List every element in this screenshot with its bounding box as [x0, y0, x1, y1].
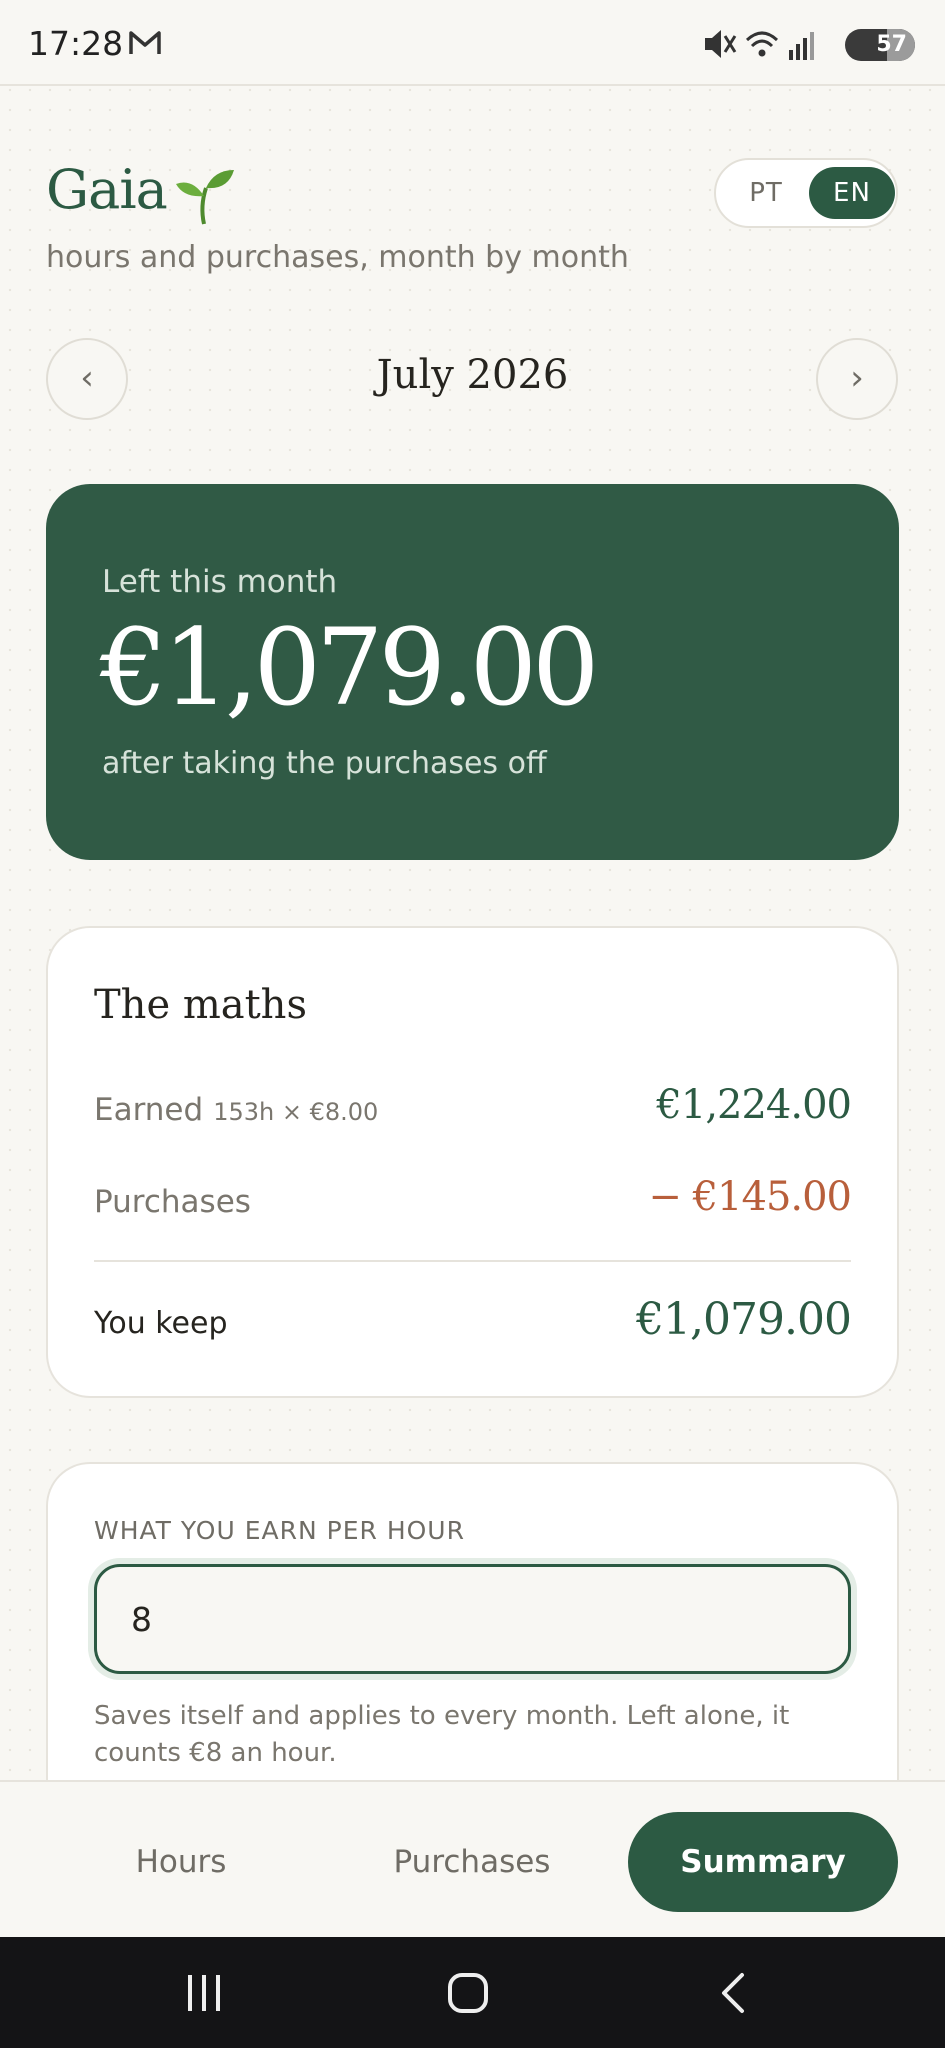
- battery-icon: 57: [845, 29, 915, 61]
- app-subtitle: hours and purchases, month by month: [46, 240, 629, 275]
- earned-detail: 153h × €8.00: [213, 1098, 379, 1126]
- battery-level: 57: [876, 32, 907, 57]
- status-time: 17:28: [28, 24, 124, 63]
- maths-title: The maths: [94, 982, 307, 1028]
- lang-pt-button[interactable]: PT: [723, 167, 809, 219]
- signal-icon: [789, 32, 814, 60]
- earned-label: Earned: [94, 1092, 204, 1128]
- hourly-rate-card: WHAT YOU EARN PER HOUR Saves itself and …: [46, 1462, 899, 1782]
- hourly-rate-label: WHAT YOU EARN PER HOUR: [94, 1516, 465, 1545]
- keep-label: You keep: [94, 1306, 228, 1341]
- purchases-value: − €145.00: [648, 1174, 852, 1220]
- wifi-icon: [745, 31, 779, 57]
- home-icon[interactable]: [438, 1967, 498, 2019]
- keep-value: €1,079.00: [636, 1294, 852, 1345]
- tab-hours[interactable]: Hours: [46, 1812, 316, 1912]
- sprout-icon: [176, 170, 234, 225]
- lang-en-button[interactable]: EN: [809, 167, 895, 219]
- balance-subtitle: after taking the purchases off: [102, 746, 547, 781]
- month-label: July 2026: [376, 352, 569, 398]
- hourly-rate-help: Saves itself and applies to every month.…: [94, 1701, 790, 1768]
- language-toggle: PT EN: [714, 158, 898, 228]
- balance-hero-card: Left this month €1,079.00 after taking t…: [46, 484, 899, 860]
- earned-row-label: Earned 153h × €8.00: [94, 1092, 378, 1128]
- gmail-icon: [129, 31, 161, 54]
- purchases-label: Purchases: [94, 1184, 251, 1220]
- maths-card: The maths Earned 153h × €8.00 €1,224.00 P…: [46, 926, 899, 1398]
- hourly-rate-input[interactable]: [94, 1564, 851, 1674]
- tab-summary[interactable]: Summary: [628, 1812, 898, 1912]
- balance-label: Left this month: [102, 564, 338, 600]
- previous-month-button[interactable]: ‹: [46, 338, 128, 420]
- maths-divider: [94, 1260, 851, 1262]
- tab-purchases[interactable]: Purchases: [337, 1812, 607, 1912]
- mute-icon: [705, 30, 737, 58]
- balance-amount: €1,079.00: [100, 606, 599, 729]
- system-navigation-bar: [0, 1937, 945, 2048]
- earned-value: €1,224.00: [656, 1082, 852, 1128]
- bottom-tab-bar: Hours Purchases Summary: [0, 1780, 945, 1937]
- back-icon[interactable]: [704, 1967, 764, 2019]
- app-title: Gaia: [46, 158, 168, 221]
- status-bar: 17:28 57: [0, 0, 945, 86]
- next-month-button[interactable]: ›: [816, 338, 898, 420]
- recent-apps-icon[interactable]: [174, 1967, 234, 2019]
